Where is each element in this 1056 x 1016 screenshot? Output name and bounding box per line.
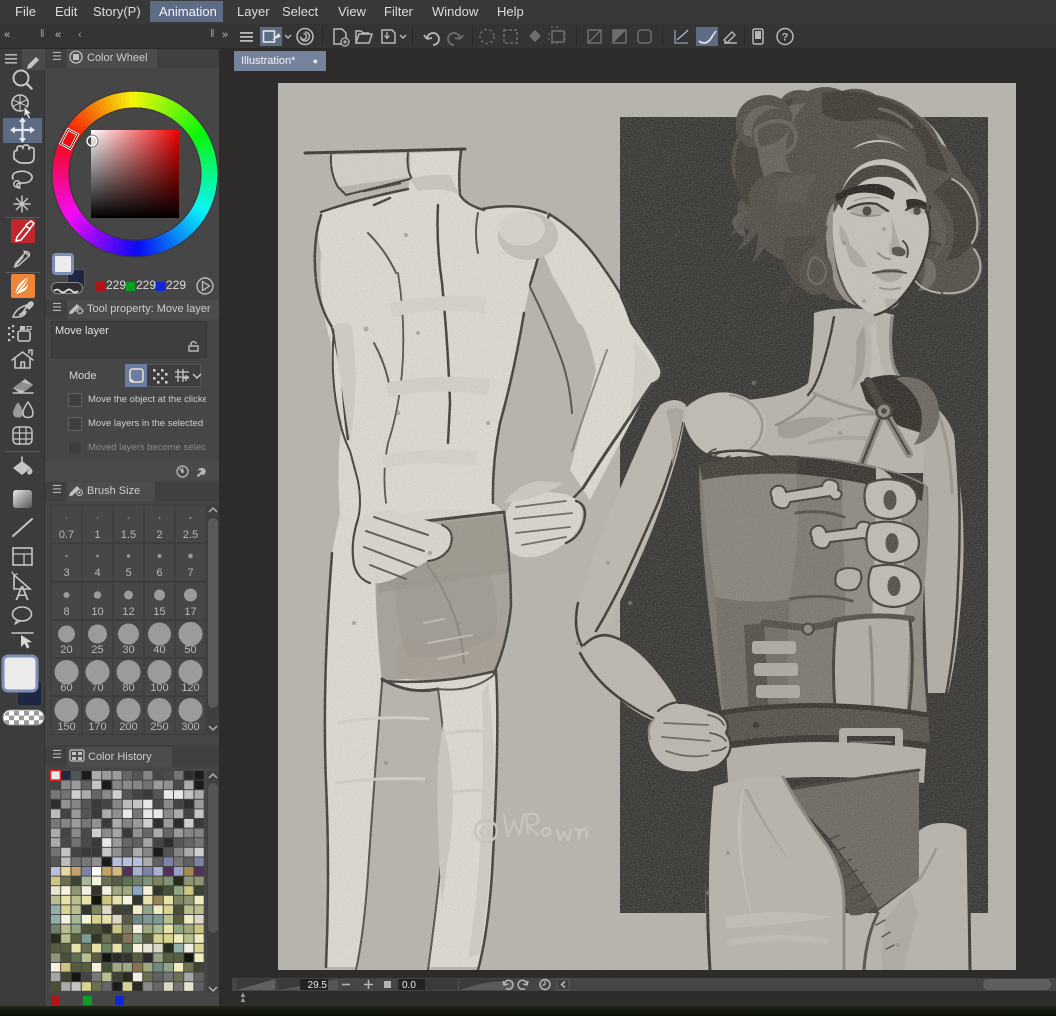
svg-text:7: 7 bbox=[187, 567, 193, 579]
svg-text:4: 4 bbox=[94, 567, 100, 579]
svg-text:29.5: 29.5 bbox=[308, 980, 328, 991]
svg-text:70: 70 bbox=[91, 682, 103, 694]
svg-text:2: 2 bbox=[156, 529, 162, 541]
svg-text:A: A bbox=[15, 583, 29, 605]
svg-text:?: ? bbox=[782, 32, 789, 44]
svg-text:0.0: 0.0 bbox=[402, 980, 416, 991]
svg-text:12: 12 bbox=[122, 606, 134, 618]
svg-text:60: 60 bbox=[60, 682, 72, 694]
svg-text:15: 15 bbox=[153, 606, 165, 618]
svg-text:30: 30 bbox=[122, 644, 134, 656]
svg-text:200: 200 bbox=[119, 721, 137, 733]
svg-text:2.5: 2.5 bbox=[183, 529, 198, 541]
svg-text:1.5: 1.5 bbox=[121, 529, 136, 541]
svg-text:50: 50 bbox=[184, 644, 196, 656]
svg-text:170: 170 bbox=[88, 721, 106, 733]
svg-text:0.7: 0.7 bbox=[59, 529, 74, 541]
svg-text:17: 17 bbox=[184, 606, 196, 618]
svg-text:100: 100 bbox=[150, 682, 168, 694]
svg-text:8: 8 bbox=[63, 606, 69, 618]
svg-text:40: 40 bbox=[153, 644, 165, 656]
svg-text:6: 6 bbox=[156, 567, 162, 579]
svg-text:3: 3 bbox=[63, 567, 69, 579]
svg-text:25: 25 bbox=[91, 644, 103, 656]
svg-text:120: 120 bbox=[181, 682, 199, 694]
svg-text:250: 250 bbox=[150, 721, 168, 733]
svg-text:5: 5 bbox=[125, 567, 131, 579]
svg-text:10: 10 bbox=[91, 606, 103, 618]
svg-text:150: 150 bbox=[57, 721, 75, 733]
svg-text:80: 80 bbox=[122, 682, 134, 694]
svg-text:20: 20 bbox=[60, 644, 72, 656]
svg-text:1: 1 bbox=[94, 529, 100, 541]
svg-text:300: 300 bbox=[181, 721, 199, 733]
